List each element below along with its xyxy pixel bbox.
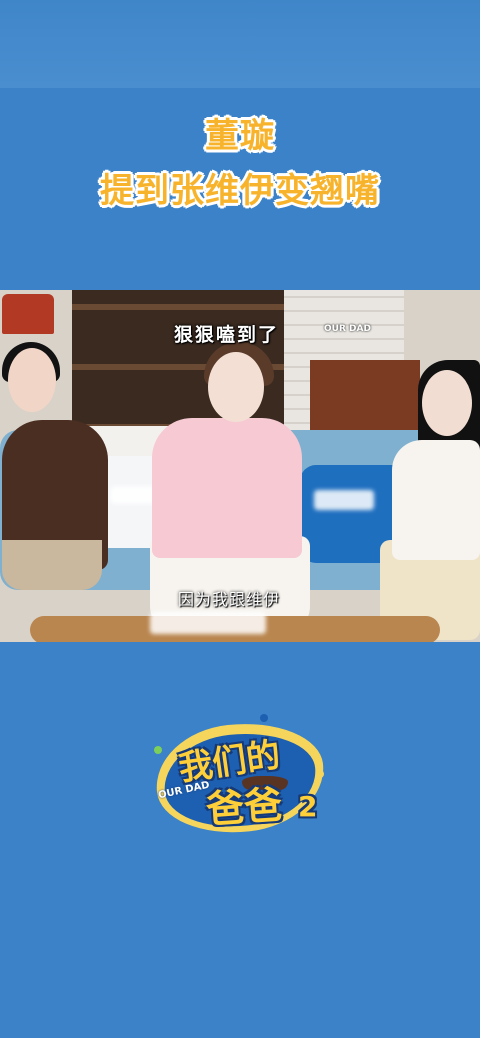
person-center-body [152,418,302,558]
blurred-logo [150,612,266,634]
subtitle-top: 狠狠嗑到了 [174,324,280,346]
person-right-head [422,370,472,436]
headline-line-1: 董璇 [205,116,275,156]
lamp [2,294,54,334]
logo-title-line-2: 爸爸 [204,782,284,832]
person-center-head [208,352,264,422]
sparkle-icon [154,746,162,754]
person-right-body [392,440,480,560]
person-left-head [8,348,56,412]
blurred-logo [314,490,374,510]
sparkle-icon [316,770,324,778]
show-logo: 我们的 爸爸 OUR DAD 2 [150,712,330,841]
watermark: OUR DAD [324,324,371,334]
subtitle-bottom: 因为我跟维伊 [178,590,281,609]
video-frame[interactable]: 狠狠嗑到了 OUR DAD 因为我跟维伊 [0,290,480,642]
headline: 董璇 提到张维伊变翘嘴 [0,112,480,216]
sparkle-icon [260,714,268,722]
headline-line-2: 提到张维伊变翘嘴 [100,171,380,211]
person-left-skirt [2,540,102,590]
logo-season: 2 [298,790,318,823]
top-band [0,0,480,88]
